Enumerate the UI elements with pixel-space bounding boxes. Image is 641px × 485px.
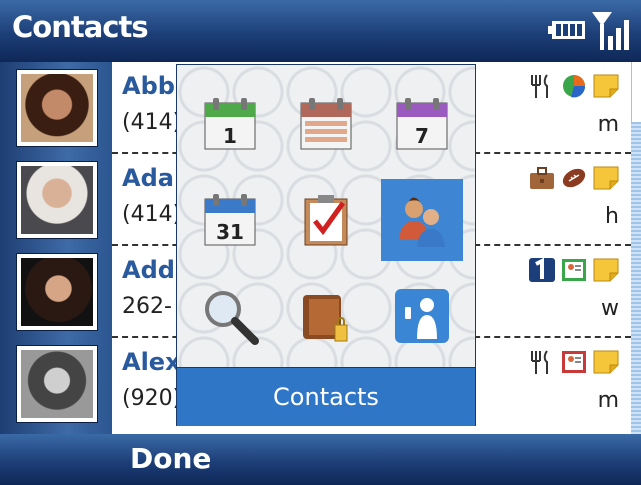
agenda-calendar-icon xyxy=(300,98,352,150)
dining-icon xyxy=(531,350,548,374)
contact-photo[interactable] xyxy=(17,346,97,422)
day-calendar-number: 1 xyxy=(223,124,237,148)
contact-name: Abb xyxy=(122,72,175,100)
note-icon xyxy=(593,166,619,190)
contact-name: Add xyxy=(122,256,175,284)
launcher-item-contacts[interactable] xyxy=(381,179,463,261)
contact-phone: (414) xyxy=(122,110,182,135)
contacts-icon xyxy=(399,197,445,247)
launcher-item-tasks[interactable] xyxy=(285,179,367,261)
softkey-bar: Done xyxy=(0,434,641,485)
launcher-item-search[interactable] xyxy=(189,275,271,357)
battery-icon xyxy=(548,21,585,39)
done-button[interactable]: Done xyxy=(130,442,211,475)
week-calendar-number: 7 xyxy=(415,124,429,148)
launcher-item-agenda-calendar[interactable] xyxy=(285,83,367,165)
contact-photos-column xyxy=(0,62,112,434)
launcher-item-day-calendar[interactable]: 1 xyxy=(189,83,271,165)
contact-phone: (414) xyxy=(122,202,182,227)
launcher-grid: 1 7 31 xyxy=(177,65,475,367)
launcher-item-wallet[interactable] xyxy=(285,275,367,357)
signal-strength-icon xyxy=(592,12,629,50)
contact-phone: 262- xyxy=(122,294,172,319)
dining-icon xyxy=(531,74,548,98)
number-one-icon xyxy=(529,257,555,282)
day-calendar-icon: 1 xyxy=(204,98,256,150)
page-title: Contacts xyxy=(12,10,149,44)
contact-letter: m xyxy=(597,112,619,137)
launcher-item-dialer[interactable] xyxy=(381,275,463,357)
month-calendar-icon: 31 xyxy=(204,194,256,246)
briefcase-icon xyxy=(530,167,554,189)
contact-card-icon xyxy=(562,351,586,373)
title-bar: Contacts xyxy=(0,0,641,62)
wallet-icon xyxy=(303,295,348,342)
selected-app-label: Contacts xyxy=(177,367,475,426)
week-calendar-icon: 7 xyxy=(396,98,448,150)
contact-card-icon xyxy=(562,259,586,281)
scrollbar-thumb[interactable] xyxy=(631,62,641,122)
month-calendar-number: 31 xyxy=(216,220,244,244)
football-icon xyxy=(562,168,586,188)
contact-photo[interactable] xyxy=(17,254,97,330)
note-icon xyxy=(593,258,619,282)
launcher-item-week-calendar[interactable]: 7 xyxy=(381,83,463,165)
contact-letter: m xyxy=(597,388,619,413)
contact-phone: (920) xyxy=(122,386,182,411)
note-icon xyxy=(593,74,619,98)
contact-photo[interactable] xyxy=(17,70,97,146)
pie-chart-icon xyxy=(563,75,586,98)
contact-name: Alex xyxy=(122,348,181,376)
contact-letter: w xyxy=(601,296,619,321)
launcher-item-month-calendar[interactable]: 31 xyxy=(189,179,271,261)
tasks-icon xyxy=(304,195,348,246)
contact-letter: h xyxy=(605,204,619,229)
screen: Contacts Abb (414) m Adar (414) h Add 26… xyxy=(0,0,641,485)
search-icon xyxy=(205,291,259,345)
note-icon xyxy=(593,350,619,374)
app-launcher-popup: 1 7 31 Contacts xyxy=(176,64,476,426)
contact-photo[interactable] xyxy=(17,162,97,238)
dialer-icon xyxy=(395,289,449,343)
